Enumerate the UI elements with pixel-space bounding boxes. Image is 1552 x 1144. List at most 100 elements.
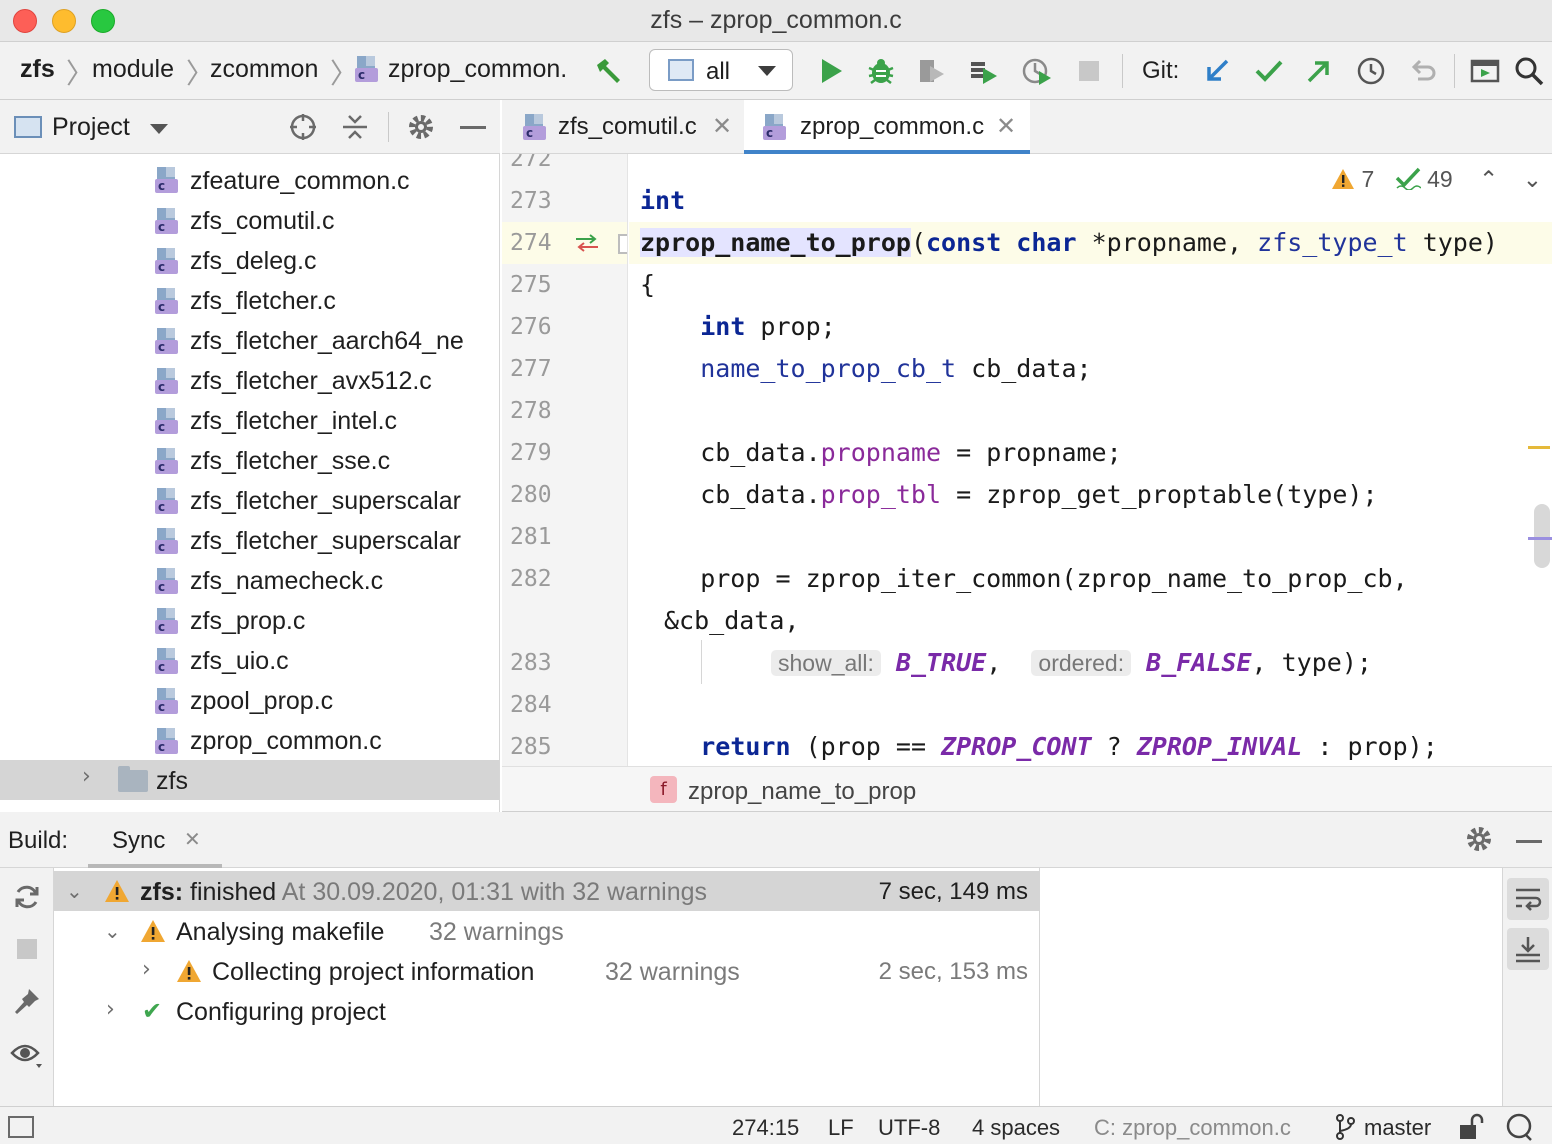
stop-icon[interactable]: [1072, 54, 1106, 88]
chevron-right-icon[interactable]: ›: [142, 957, 151, 982]
warning-icon: [104, 879, 130, 903]
project-view-selector[interactable]: Project: [52, 113, 130, 142]
tree-file-item[interactable]: c zpool_prop.c: [0, 680, 499, 720]
breadcrumb-zcommon[interactable]: zcommon: [210, 55, 318, 84]
search-icon[interactable]: [1512, 54, 1546, 88]
close-icon[interactable]: ✕: [996, 112, 1016, 140]
tree-file-item[interactable]: c zfs_fletcher_aarch64_ne: [0, 320, 499, 360]
profile-icon[interactable]: [966, 54, 1000, 88]
git-push-icon[interactable]: [1302, 54, 1336, 88]
declaration-navigation-icon[interactable]: [574, 232, 600, 261]
run-icon[interactable]: [814, 54, 848, 88]
build-console-output[interactable]: [1040, 868, 1502, 1106]
chevron-right-icon[interactable]: ›: [106, 997, 115, 1022]
chevron-down-icon[interactable]: ⌄: [104, 919, 121, 943]
chevron-right-icon[interactable]: ›: [82, 764, 91, 789]
tree-file-label: zfs_fletcher_superscalar: [190, 487, 461, 515]
warning-icon: [1331, 168, 1355, 196]
tree-file-item[interactable]: c zfs_fletcher_sse.c: [0, 440, 499, 480]
tab-zprop-common[interactable]: c zprop_common.c ✕: [744, 100, 1030, 154]
tree-file-item[interactable]: c zfs_fletcher_avx512.c: [0, 360, 499, 400]
line-number: 282: [510, 566, 552, 592]
history-clock-icon[interactable]: [1354, 54, 1388, 88]
tree-file-item[interactable]: c zprop_common.c: [0, 720, 499, 760]
debug-icon[interactable]: [864, 54, 898, 88]
tree-file-item[interactable]: c zfs_uio.c: [0, 640, 499, 680]
breadcrumb-file[interactable]: zprop_common.: [388, 55, 567, 84]
next-highlight-icon[interactable]: ⌄: [1523, 167, 1542, 193]
tree-file-item[interactable]: c zfs_namecheck.c: [0, 560, 499, 600]
tree-file-label: zfs_fletcher_superscalar: [190, 527, 461, 555]
rollback-icon[interactable]: [1406, 54, 1440, 88]
pin-icon[interactable]: [10, 984, 44, 1018]
chevron-down-icon[interactable]: ⌄: [66, 879, 83, 903]
run-with-coverage-icon[interactable]: [914, 54, 948, 88]
tree-file-item[interactable]: c zfs_prop.c: [0, 600, 499, 640]
hide-panel-icon[interactable]: [1516, 840, 1542, 843]
tree-file-item[interactable]: c zfs_comutil.c: [0, 200, 499, 240]
tree-file-item[interactable]: c zfs_fletcher_superscalar: [0, 480, 499, 520]
scrollbar-thumb[interactable]: [1534, 504, 1550, 568]
tree-file-item[interactable]: c zfeature_common.c: [0, 160, 499, 200]
c-file-icon: c: [154, 486, 180, 516]
breadcrumb-module[interactable]: module: [92, 55, 174, 84]
line-number: 276: [510, 314, 552, 340]
warning-icon: [176, 959, 202, 983]
event-log-icon[interactable]: [1504, 1112, 1534, 1144]
run-with-valgrind-icon[interactable]: [1020, 54, 1054, 88]
line-number: 280: [510, 482, 552, 508]
tree-folder-item[interactable]: › zfs: [0, 760, 499, 800]
line-separator[interactable]: LF: [828, 1115, 854, 1141]
build-tree-row[interactable]: ⌄ zfs: finished At 30.09.2020, 01:31 wit…: [54, 871, 1040, 911]
build-tree-row[interactable]: › Collecting project information 32 warn…: [54, 951, 1040, 991]
run-configuration-select[interactable]: all: [649, 49, 793, 91]
toolbar-divider: [1122, 54, 1123, 88]
tab-sync[interactable]: Sync ✕: [88, 812, 222, 868]
git-label: Git:: [1142, 57, 1180, 84]
language-context[interactable]: C: zprop_common.c: [1094, 1115, 1291, 1141]
c-file-icon: c: [154, 206, 180, 236]
warning-stripe-marker[interactable]: [1528, 446, 1550, 449]
close-icon[interactable]: ✕: [712, 112, 732, 140]
previous-highlight-icon[interactable]: ⌃: [1479, 167, 1498, 193]
locate-file-icon[interactable]: [286, 110, 320, 144]
code-editor[interactable]: 7 49 ⌃ ⌄ int zprop_name_to_prop(const ch…: [629, 154, 1552, 766]
run-config-icon: [668, 59, 694, 81]
build-hammer-icon[interactable]: [592, 54, 626, 88]
c-file-icon: c: [522, 112, 548, 142]
git-commit-icon[interactable]: [1252, 54, 1286, 88]
hide-panel-icon[interactable]: [460, 126, 486, 129]
build-tree-row[interactable]: › ✔ Configuring project: [54, 991, 1040, 1031]
gear-icon[interactable]: [1462, 822, 1496, 856]
build-tree-row[interactable]: ⌄ Analysing makefile 32 warnings: [54, 911, 1040, 951]
inspection-widget[interactable]: 7 49 ⌃ ⌄: [1331, 166, 1542, 196]
tree-file-item[interactable]: c zfs_fletcher_superscalar: [0, 520, 499, 560]
fold-marker-icon[interactable]: [618, 234, 627, 254]
function-icon: f: [650, 776, 677, 803]
git-branch[interactable]: master: [1364, 1115, 1431, 1141]
build-output-tree: ⌄ zfs: finished At 30.09.2020, 01:31 wit…: [54, 868, 1040, 1106]
git-update-icon[interactable]: [1200, 54, 1234, 88]
presentation-mode-icon[interactable]: [1468, 54, 1502, 88]
tree-file-item[interactable]: c zfs_deleg.c: [0, 240, 499, 280]
dropdown-arrow-icon[interactable]: [150, 124, 168, 134]
tool-windows-icon[interactable]: [8, 1116, 34, 1138]
tree-file-item[interactable]: c zfs_fletcher.c: [0, 280, 499, 320]
file-encoding[interactable]: UTF-8: [878, 1115, 940, 1141]
tree-file-item[interactable]: c zfs_fletcher_intel.c: [0, 400, 499, 440]
close-icon[interactable]: ✕: [184, 827, 201, 851]
soft-wrap-icon[interactable]: [1507, 878, 1549, 920]
unlock-icon[interactable]: [1458, 1113, 1484, 1144]
indent-setting[interactable]: 4 spaces: [972, 1115, 1060, 1141]
stop-icon[interactable]: [10, 932, 44, 966]
function-breadcrumb[interactable]: zprop_name_to_prop: [688, 778, 916, 806]
sync-icon[interactable]: [10, 880, 44, 914]
caret-position[interactable]: 274:15: [732, 1115, 799, 1141]
tab-zfs-comutil[interactable]: c zfs_comutil.c ✕: [502, 100, 744, 154]
gear-icon[interactable]: [404, 110, 438, 144]
scroll-to-end-icon[interactable]: [1507, 928, 1549, 970]
collapse-all-icon[interactable]: [338, 110, 372, 144]
toolbar-divider: [1454, 54, 1455, 88]
breadcrumb-zfs[interactable]: zfs: [20, 55, 55, 84]
eye-icon[interactable]: [10, 1038, 44, 1072]
